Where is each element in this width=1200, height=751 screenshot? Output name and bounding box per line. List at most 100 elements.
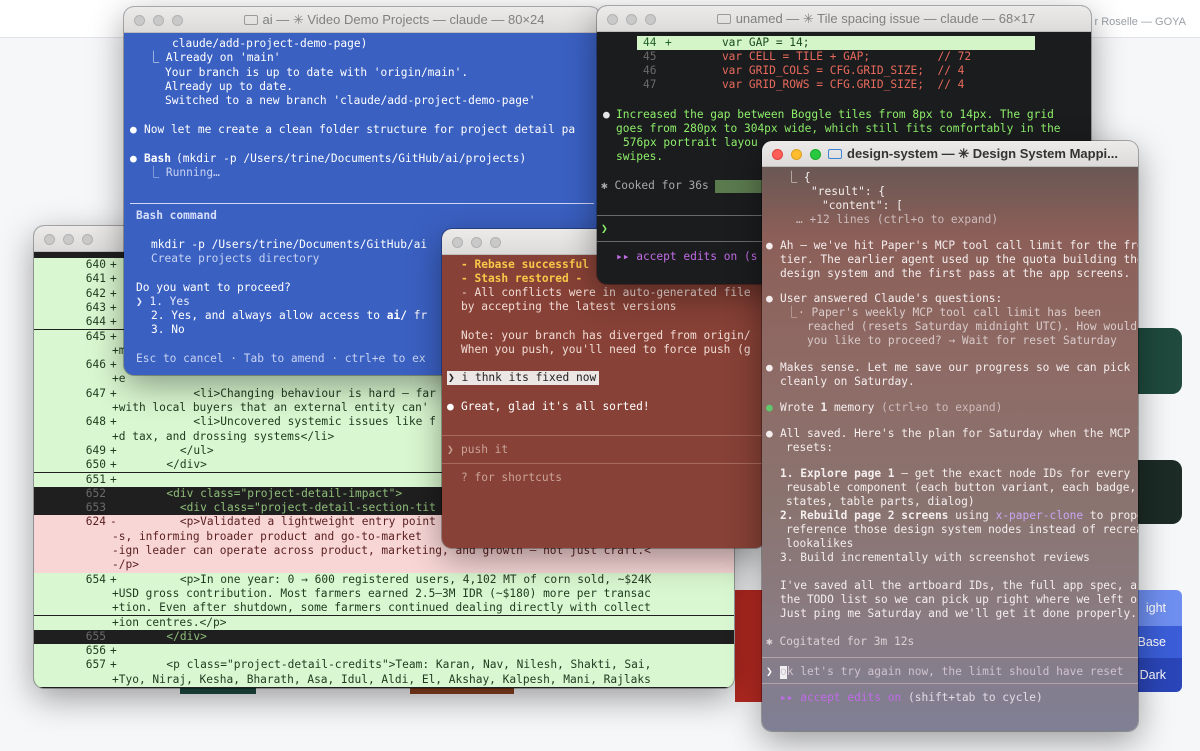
line-number: 641 — [85, 272, 106, 286]
line-number: 645 — [85, 329, 106, 343]
output-line: Now let me create a clean folder structu… — [144, 123, 576, 136]
diff-row-add: +ion centres.</p> — [34, 615, 734, 630]
bullet-icon: ● — [603, 108, 610, 121]
message-line: design system and the first pass at the … — [780, 267, 1131, 280]
code-text: <li>Changing behaviour is hard — far — [126, 386, 436, 400]
prompt-input[interactable]: ok let's try again now, the limit should… — [780, 665, 1124, 679]
code-line: var GRID_ROWS = CFG.GRID_SIZE; // 4 — [695, 78, 965, 91]
line-number: 646 — [85, 358, 106, 372]
diff-row-add: +Tyo, Niraj, Kesha, Bharath, Asa, Idul, … — [34, 672, 734, 687]
window-title: design-system — ✳ Design System Mappi... — [847, 146, 1118, 161]
dialog-question: Do you want to proceed? — [136, 281, 291, 294]
output-line: - All conflicts were in auto-generated f… — [461, 286, 751, 299]
output-line: Note: your branch has diverged from orig… — [461, 329, 751, 342]
window-titlebar: unamed — ✳ Tile spacing issue — claude —… — [597, 6, 1091, 32]
close-button[interactable] — [134, 15, 145, 26]
line-number: 46 — [643, 64, 657, 77]
window-titlebar: ai — ✳ Video Demo Projects — claude — 80… — [124, 7, 600, 33]
zoom-button[interactable] — [810, 149, 821, 160]
minimize-button[interactable] — [153, 15, 164, 26]
line-number: 654 — [85, 572, 106, 586]
line-number: 624 — [85, 515, 106, 529]
divider — [442, 435, 765, 436]
line-number: 650 — [85, 458, 106, 472]
prompt-chevron-icon[interactable]: ❯ — [601, 222, 608, 236]
output-line: … +12 lines (ctrl+o to expand) — [796, 213, 999, 226]
tool-args: (mkdir -p /Users/trine/Documents/GitHub/… — [176, 152, 527, 165]
message-line: Ah — we've hit Paper's MCP tool call lim… — [780, 239, 1138, 252]
bullet-icon: ● — [766, 292, 773, 305]
diff-row-add: 656 + — [34, 644, 734, 659]
option-label: 2. Yes, and always allow access to — [151, 309, 381, 322]
minimize-button[interactable] — [471, 237, 482, 248]
line-number: 642 — [85, 286, 106, 300]
memory-line: Wrote 1 memory (ctrl+o to expand) — [780, 401, 1003, 414]
close-button[interactable] — [772, 149, 783, 160]
diff-sign: + — [110, 329, 117, 343]
diff-sign: + — [665, 36, 672, 49]
minimize-button[interactable] — [63, 234, 74, 245]
option-suffix: fr — [413, 309, 428, 322]
dialog-description: Create projects directory — [151, 252, 320, 265]
dialog-footer: Esc to cancel · Tab to amend · ctrl+e to… — [136, 352, 426, 365]
prompt-input[interactable]: push it — [461, 443, 508, 457]
line-number: 653 — [85, 501, 106, 515]
minimize-button[interactable] — [791, 149, 802, 160]
zoom-button[interactable] — [82, 234, 93, 245]
zoom-button[interactable] — [645, 14, 656, 25]
message-line: reached (resets Saturday midnight UTC). … — [807, 320, 1138, 333]
zoom-button[interactable] — [172, 15, 183, 26]
zoom-button[interactable] — [490, 237, 501, 248]
minimize-button[interactable] — [626, 14, 637, 25]
tool-status: ⎿ Running… — [148, 166, 220, 179]
output-line: Already up to date. — [165, 80, 293, 93]
close-button[interactable] — [607, 14, 618, 25]
plan-item-1: 1. Explore page 1 — get the exact node I… — [780, 467, 1131, 480]
code-line: var CELL = TILE + GAP; // 72 — [695, 50, 972, 63]
folder-icon — [828, 149, 842, 159]
line-number: 648 — [85, 415, 106, 429]
option-always-allow[interactable]: 2. Yes, and always allow access to ai/ f… — [151, 309, 427, 323]
message-line: tier. The earlier agent used up the quot… — [780, 253, 1138, 266]
output-line: - Rebase successful — [461, 258, 589, 271]
message-line: resets: — [786, 441, 834, 454]
diff-sign: + — [110, 272, 117, 286]
bullet-icon: ● — [130, 152, 137, 165]
message-line: you like to proceed? → Wait for reset Sa… — [807, 334, 1117, 347]
diff-row-add: +USD gross contribution. Most farmers ea… — [34, 586, 734, 602]
user-message: ❯ i thnk its fixed now — [447, 371, 600, 386]
accept-edits-status: ▸▸ accept edits on (s — [616, 250, 758, 263]
diff-row-add: +tion. Even after shutdown, some farmers… — [34, 601, 734, 616]
accept-edits-status: ▸▸ accept edits on (shift+tab to cycle) — [780, 691, 1043, 704]
option-no[interactable]: 3. No — [151, 323, 185, 337]
diff-sign: + — [110, 315, 117, 329]
code-text: <div class="project-detail-section-tit — [126, 501, 436, 515]
message-line: Increased the gap between Boggle tiles f… — [616, 108, 1054, 121]
line-number: 47 — [643, 78, 657, 91]
output-line: "result": { — [811, 185, 886, 198]
close-button[interactable] — [452, 237, 463, 248]
message-line: swipes. — [616, 150, 664, 163]
option-yes[interactable]: ❯ 1. Yes — [136, 295, 190, 309]
status-line: ✱ Cooked for 36s — [601, 179, 709, 192]
code-text: <p class="project-detail-credits">Team: … — [126, 658, 652, 672]
progress-block — [715, 180, 763, 193]
diff-sign: + — [110, 258, 117, 271]
tool-name: Bash — [144, 152, 171, 165]
diff-row-add: 654 + <p>In one year: 0 → 600 registered … — [34, 572, 734, 587]
line-number: 45 — [643, 50, 657, 63]
line-number: 647 — [85, 386, 106, 400]
prompt-chevron-icon: ❯ — [448, 371, 462, 384]
code-text: <li>Uncovered systemic issues like f — [126, 415, 436, 429]
message-line: states, table parts, dialog) — [786, 495, 975, 508]
divider — [130, 203, 594, 204]
line-number: 643 — [85, 300, 106, 314]
code-text: <p>Validated a lightweight entry point — [126, 515, 436, 529]
code-text: +ion centres.</p> — [112, 615, 227, 629]
message-line: 576px portrait layou — [623, 136, 758, 149]
output-line: "content": [ — [822, 199, 903, 212]
close-button[interactable] — [44, 234, 55, 245]
bullet-icon: ● — [130, 123, 137, 136]
plan-item-3: 3. Build incrementally with screenshot r… — [780, 551, 1090, 564]
code-text: +with local buyers that an external enti… — [112, 401, 429, 414]
